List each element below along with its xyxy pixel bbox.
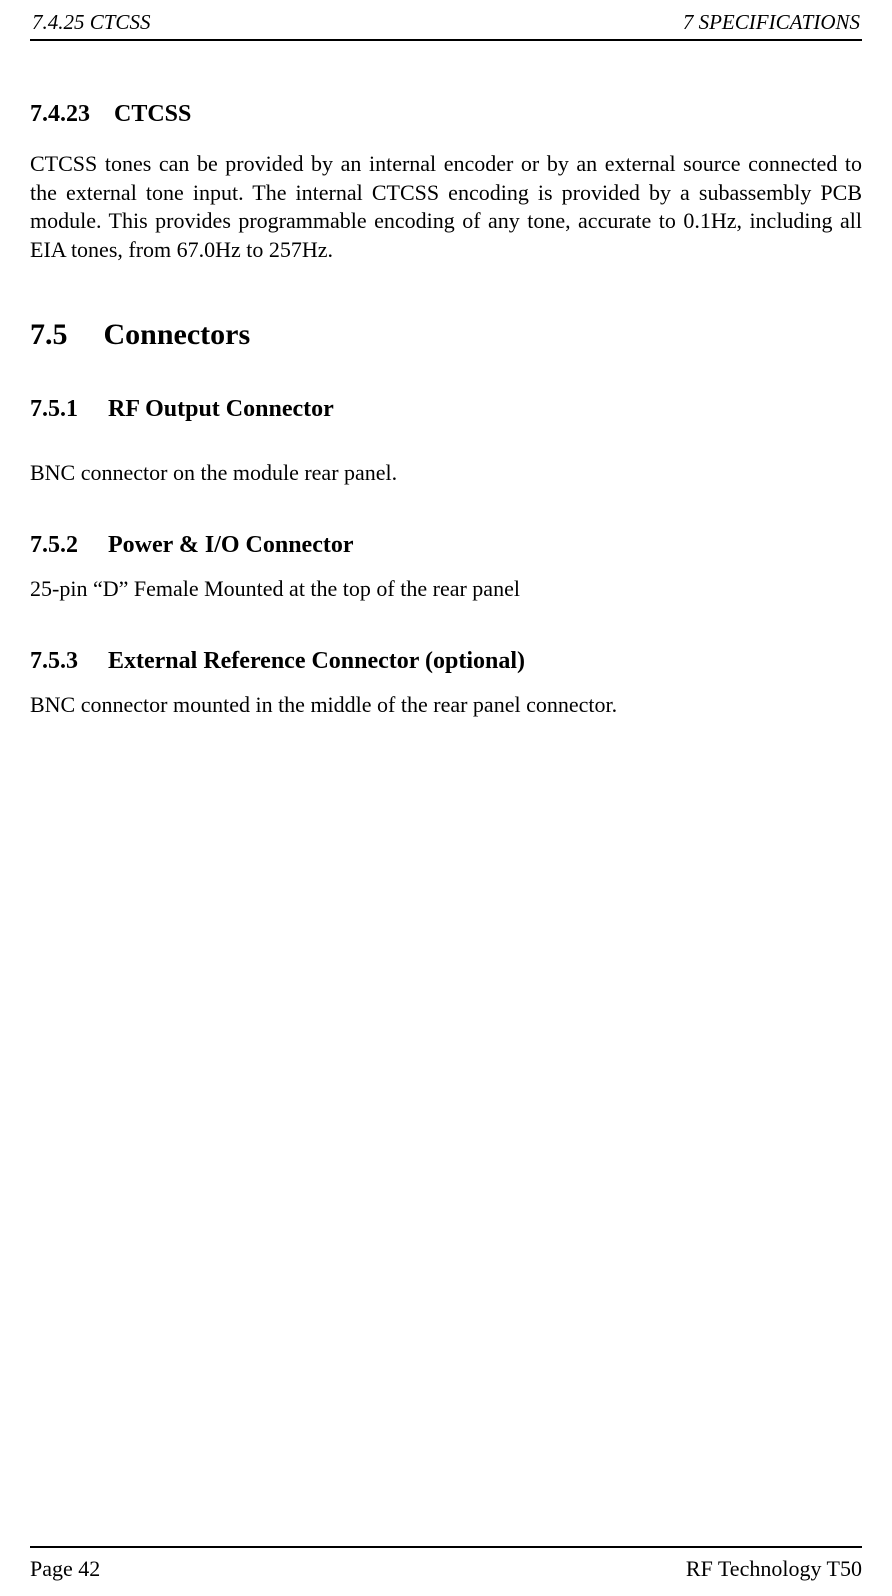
footer-left: Page 42 <box>30 1556 100 1582</box>
page-content: 7.4.23 CTCSS CTCSS tones can be provided … <box>30 41 862 719</box>
heading-number: 7.5.2 <box>30 532 78 559</box>
heading-connectors: 7.5 Connectors <box>30 318 862 352</box>
heading-text: CTCSS <box>114 101 191 127</box>
paragraph-rf-output: BNC connector on the module rear panel. <box>30 459 862 488</box>
heading-rf-output: 7.5.1 RF Output Connector <box>30 396 862 423</box>
page-header: 7.4.25 CTCSS 7 SPECIFICATIONS <box>30 10 862 41</box>
header-left: 7.4.25 CTCSS <box>32 10 150 35</box>
heading-ctcss: 7.4.23 CTCSS <box>30 101 862 128</box>
paragraph-ctcss: CTCSS tones can be provided by an intern… <box>30 150 862 264</box>
paragraph-ext-ref: BNC connector mounted in the middle of t… <box>30 691 862 720</box>
heading-text: RF Output Connector <box>108 396 334 422</box>
heading-number: 7.5 <box>30 318 68 352</box>
footer-right: RF Technology T50 <box>686 1556 862 1582</box>
heading-text: External Reference Connector (optional) <box>108 648 525 674</box>
heading-number: 7.4.23 <box>30 101 90 128</box>
heading-number: 7.5.1 <box>30 396 78 423</box>
heading-text: Connectors <box>104 318 251 351</box>
page-footer: Page 42 RF Technology T50 <box>30 1546 862 1582</box>
heading-text: Power & I/O Connector <box>108 532 354 558</box>
heading-number: 7.5.3 <box>30 648 78 675</box>
header-right: 7 SPECIFICATIONS <box>683 10 860 35</box>
page: 7.4.25 CTCSS 7 SPECIFICATIONS 7.4.23 CTCS… <box>0 0 892 1596</box>
heading-power-io: 7.5.2 Power & I/O Connector <box>30 532 862 559</box>
heading-ext-ref: 7.5.3 External Reference Connector (optio… <box>30 648 862 675</box>
paragraph-power-io: 25-pin “D” Female Mounted at the top of … <box>30 575 862 604</box>
